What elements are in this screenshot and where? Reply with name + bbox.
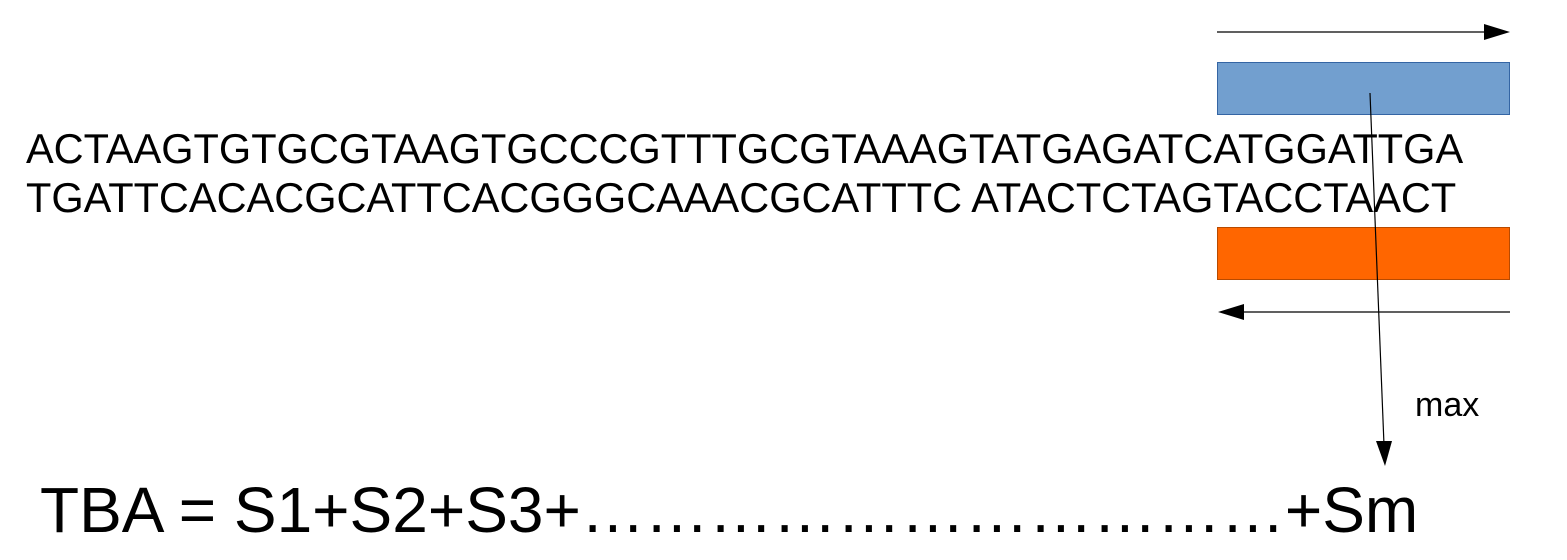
diagram-canvas: ACTAAGTGTGCGTAAGTGCCCGTTTGCGTAAAGTATGAGA… <box>0 0 1567 560</box>
max-label: max <box>1415 386 1480 424</box>
tba-formula: TBA = S1+S2+S3+……………………………+Sm <box>40 474 1419 546</box>
max-arrow <box>1369 92 1392 466</box>
